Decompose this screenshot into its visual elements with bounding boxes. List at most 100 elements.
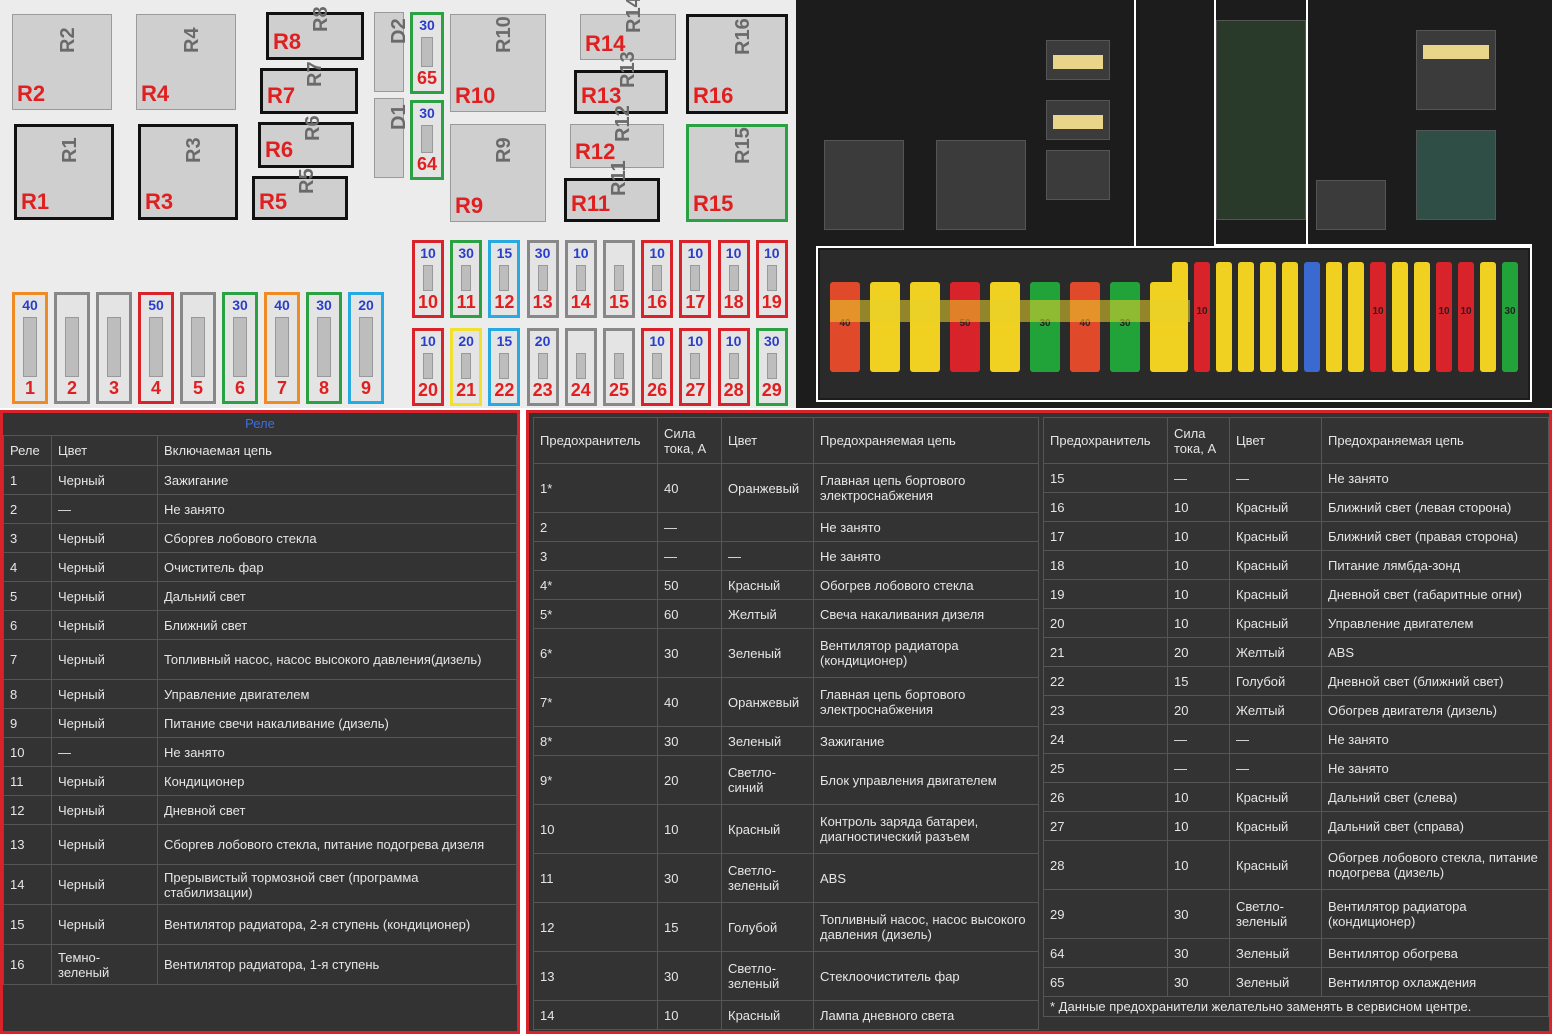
table-row: 2— Не занято xyxy=(3,494,517,524)
table-cell: Светло-синий xyxy=(721,755,814,805)
table-cell: Дальний свет (слева) xyxy=(1321,782,1549,812)
table-row: 5* 60 Желтый Свеча накаливания дизеля xyxy=(533,599,1039,629)
relay-code: R14 xyxy=(623,0,646,33)
fuse-body xyxy=(317,317,331,377)
fuse-16: 10 16 xyxy=(641,240,674,318)
fuse-amperage: 10 xyxy=(420,245,436,261)
fuse-3: 3 xyxy=(96,292,132,404)
table-cell: 20 xyxy=(1167,695,1230,725)
fuse-table-header: Предохранитель Сила тока, А Цвет Предохр… xyxy=(1043,417,1549,464)
relay-label: R15 xyxy=(693,191,734,216)
photo-fuse: 30 xyxy=(1502,262,1518,372)
table-cell: Обогрев лобового стекла xyxy=(813,570,1039,600)
table-row: 18 10 Красный Питание лямбда-зонд xyxy=(1043,550,1549,580)
table-row: 10 10 Красный Контроль заряда батареи, диаг… xyxy=(533,804,1039,854)
photo-pointer-line xyxy=(1134,0,1136,246)
table-cell: 3 xyxy=(3,523,52,553)
table-cell: Обогрев двигателя (дизель) xyxy=(1321,695,1549,725)
relay-label: R2 xyxy=(17,81,46,106)
fuse-1: 40 1 xyxy=(12,292,48,404)
table-cell: 40 xyxy=(657,463,722,513)
table-cell: 27 xyxy=(1043,811,1168,841)
table-cell: Не занято xyxy=(157,494,517,524)
table-cell: 14 xyxy=(533,1000,658,1030)
photo-fuse xyxy=(1326,262,1342,372)
fuse-amperage: 10 xyxy=(649,245,665,261)
table-cell: Черный xyxy=(51,864,158,905)
fuse-26: 10 26 xyxy=(641,328,674,406)
fuse-amperage: 30 xyxy=(458,245,474,261)
table-cell: Не занято xyxy=(1321,724,1549,754)
table-cell: 20 xyxy=(1167,637,1230,667)
fuse-amperage: 10 xyxy=(573,245,589,261)
fuse-number: 2 xyxy=(66,378,77,398)
fuse-number: 7 xyxy=(276,378,287,398)
relay-label: R4 xyxy=(141,81,170,106)
fuse-64: 30 64 xyxy=(410,100,444,180)
table-row: 6* 30 Зеленый Вентилятор радиатора (кондици… xyxy=(533,628,1039,678)
fuse-number: 22 xyxy=(494,380,515,400)
fuse-amperage: 10 xyxy=(649,333,665,349)
relay-label: R8 xyxy=(273,29,302,54)
table-row: 64 30 Зеленый Вентилятор обогрева xyxy=(1043,938,1549,968)
table-cell: Ближний свет xyxy=(157,610,517,640)
fuse-body xyxy=(423,353,433,379)
relay-r9: R9 R9 xyxy=(450,124,546,222)
photo-pointer-line xyxy=(1530,246,1532,402)
table-cell: Дневной свет (ближний свет) xyxy=(1321,666,1549,696)
table-cell: 2 xyxy=(3,494,52,524)
table-cell: Красный xyxy=(721,804,814,854)
relay-r6: R6 R6 xyxy=(258,115,354,168)
photo-fuse: 40 xyxy=(1070,282,1100,372)
table-cell: Черный xyxy=(51,766,158,796)
table-cell: Светло-зеленый xyxy=(721,951,814,1001)
fuse-body xyxy=(421,125,433,153)
photo-fuse xyxy=(1282,262,1298,372)
fuse-body xyxy=(652,353,663,379)
table-cell: — xyxy=(51,494,158,524)
fuse-number: 18 xyxy=(723,292,744,312)
table-row: 21 20 Желтый ABS xyxy=(1043,637,1549,667)
table-cell: 5 xyxy=(3,581,52,611)
fuse-4: 50 4 xyxy=(138,292,174,404)
fuse-number: 13 xyxy=(532,292,553,312)
header-cell: Предохраняемая цепь xyxy=(813,417,1039,464)
fuse-body xyxy=(423,265,433,291)
table-row: 26 10 Красный Дальний свет (слева) xyxy=(1043,782,1549,812)
fuse-body xyxy=(461,265,472,291)
photo-fuse-rating: 10 xyxy=(1372,306,1384,317)
table-cell: Обогрев лобового стекла, питание подогре… xyxy=(1321,840,1549,890)
table-row: 28 10 Красный Обогрев лобового стекла, пита… xyxy=(1043,840,1549,890)
table-cell: — xyxy=(1229,724,1322,754)
photo-relay xyxy=(1416,130,1496,220)
table-row: 19 10 Красный Дневной свет (габаритные огни… xyxy=(1043,579,1549,609)
fuse-body xyxy=(275,317,289,377)
relay-label: R6 xyxy=(265,137,294,162)
table-cell: 12 xyxy=(3,795,52,825)
table-cell: 7* xyxy=(533,677,658,727)
table-cell: Вентилятор радиатора, 1-я ступень xyxy=(157,944,517,985)
table-cell: 25 xyxy=(1043,753,1168,783)
table-row: 3 Черный Сборгев лобового стекла xyxy=(3,523,517,553)
table-cell: Светло-зеленый xyxy=(721,853,814,903)
fuse-body xyxy=(537,353,548,379)
table-cell: 10 xyxy=(657,1000,722,1030)
table-cell: 8 xyxy=(3,679,52,709)
photo-fuse-rating: 10 xyxy=(1196,306,1208,317)
fuse-amperage: 50 xyxy=(148,297,164,313)
table-cell: Красный xyxy=(721,570,814,600)
table-cell: Ближний свет (правая сторона) xyxy=(1321,521,1549,551)
table-row: 11 Черный Кондиционер xyxy=(3,766,517,796)
table-cell: Красный xyxy=(1229,811,1322,841)
fuse-amperage: 10 xyxy=(725,245,742,261)
photo-relay xyxy=(824,140,904,230)
photo-fuse xyxy=(1260,262,1276,372)
fuse-8: 30 8 xyxy=(306,292,342,404)
table-row: 16 Темно-зеленый Вентилятор радиатора, 1-я… xyxy=(3,944,517,985)
table-row: 12 Черный Дневной свет xyxy=(3,795,517,825)
fuse-body xyxy=(461,353,472,379)
relay-label: R1 xyxy=(21,189,50,214)
table-cell: — xyxy=(657,512,722,542)
table-cell: 19 xyxy=(1043,579,1168,609)
relay-code: R2 xyxy=(57,27,80,53)
